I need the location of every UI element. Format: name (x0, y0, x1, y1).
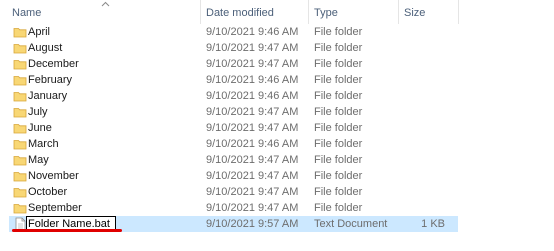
folder-icon (13, 28, 27, 38)
file-name: October (28, 186, 68, 198)
list-item[interactable]: May 9/10/2021 9:47 AM File folder (9, 152, 458, 168)
column-header-size[interactable]: Size (404, 0, 425, 24)
file-name: April (28, 26, 51, 38)
file-type: File folder (314, 26, 363, 38)
date-modified: 9/10/2021 9:47 AM (206, 170, 299, 182)
folder-icon (13, 156, 27, 166)
column-divider[interactable] (200, 0, 201, 24)
folder-icon (13, 108, 27, 118)
file-name: March (28, 138, 59, 150)
folder-icon (13, 92, 27, 102)
date-modified: 9/10/2021 9:46 AM (206, 90, 299, 102)
folder-icon (13, 124, 27, 134)
sort-ascending-icon (101, 1, 110, 7)
date-modified: 9/10/2021 9:46 AM (206, 138, 299, 150)
column-divider[interactable] (398, 0, 399, 24)
list-item[interactable]: July 9/10/2021 9:47 AM File folder (9, 104, 458, 120)
list-item[interactable]: January 9/10/2021 9:46 AM File folder (9, 88, 458, 104)
annotation-underline (12, 229, 122, 232)
list-item[interactable]: April 9/10/2021 9:46 AM File folder (9, 24, 458, 40)
date-modified: 9/10/2021 9:47 AM (206, 42, 299, 54)
file-name: September (28, 202, 82, 214)
file-name: December (28, 58, 79, 70)
file-name: June (28, 122, 52, 134)
file-type: File folder (314, 138, 363, 150)
list-item[interactable]: February 9/10/2021 9:46 AM File folder (9, 72, 458, 88)
date-modified: 9/10/2021 9:47 AM (206, 58, 299, 70)
column-divider[interactable] (458, 0, 459, 24)
file-name: February (28, 74, 73, 86)
folder-icon (13, 44, 27, 54)
folder-icon (13, 140, 27, 150)
folder-icon (13, 60, 27, 70)
folder-icon (13, 188, 27, 198)
folder-icon (13, 204, 27, 214)
list-item[interactable]: March 9/10/2021 9:46 AM File folder (9, 136, 458, 152)
date-modified: 9/10/2021 9:47 AM (206, 202, 299, 214)
list-item[interactable]: December 9/10/2021 9:47 AM File folder (9, 56, 458, 72)
file-name: November (28, 170, 79, 182)
column-header-bar: Name Date modified Type Size (0, 0, 554, 24)
list-item[interactable]: June 9/10/2021 9:47 AM File folder (9, 120, 458, 136)
file-type: File folder (314, 58, 363, 70)
file-type: File folder (314, 90, 363, 102)
date-modified: 9/10/2021 9:46 AM (206, 74, 299, 86)
column-divider[interactable] (308, 0, 309, 24)
column-header-name[interactable]: Name (12, 0, 41, 24)
file-type: File folder (314, 186, 363, 198)
file-type: File folder (314, 170, 363, 182)
list-item[interactable]: September 9/10/2021 9:47 AM File folder (9, 200, 458, 216)
file-name: August (28, 42, 63, 54)
file-type: File folder (314, 122, 363, 134)
file-name: January (28, 90, 68, 102)
list-item[interactable]: November 9/10/2021 9:47 AM File folder (9, 168, 458, 184)
file-type: File folder (314, 106, 363, 118)
date-modified: 9/10/2021 9:47 AM (206, 122, 299, 134)
list-item[interactable]: October 9/10/2021 9:47 AM File folder (9, 184, 458, 200)
file-type: File folder (314, 202, 363, 214)
column-header-date-modified[interactable]: Date modified (206, 0, 274, 24)
date-modified: 9/10/2021 9:47 AM (206, 186, 299, 198)
file-name: May (28, 154, 49, 166)
file-type: Text Document (314, 218, 388, 230)
file-type: File folder (314, 42, 363, 54)
column-header-type[interactable]: Type (314, 0, 338, 24)
date-modified: 9/10/2021 9:57 AM (206, 218, 299, 230)
file-type: File folder (314, 74, 363, 86)
date-modified: 9/10/2021 9:46 AM (206, 26, 299, 38)
date-modified: 9/10/2021 9:47 AM (206, 154, 299, 166)
file-type: File folder (314, 154, 363, 166)
file-name: July (28, 106, 48, 118)
folder-icon (13, 76, 27, 86)
file-size: 1 KB (421, 218, 445, 230)
folder-icon (13, 172, 27, 182)
date-modified: 9/10/2021 9:47 AM (206, 106, 299, 118)
list-item[interactable]: August 9/10/2021 9:47 AM File folder (9, 40, 458, 56)
